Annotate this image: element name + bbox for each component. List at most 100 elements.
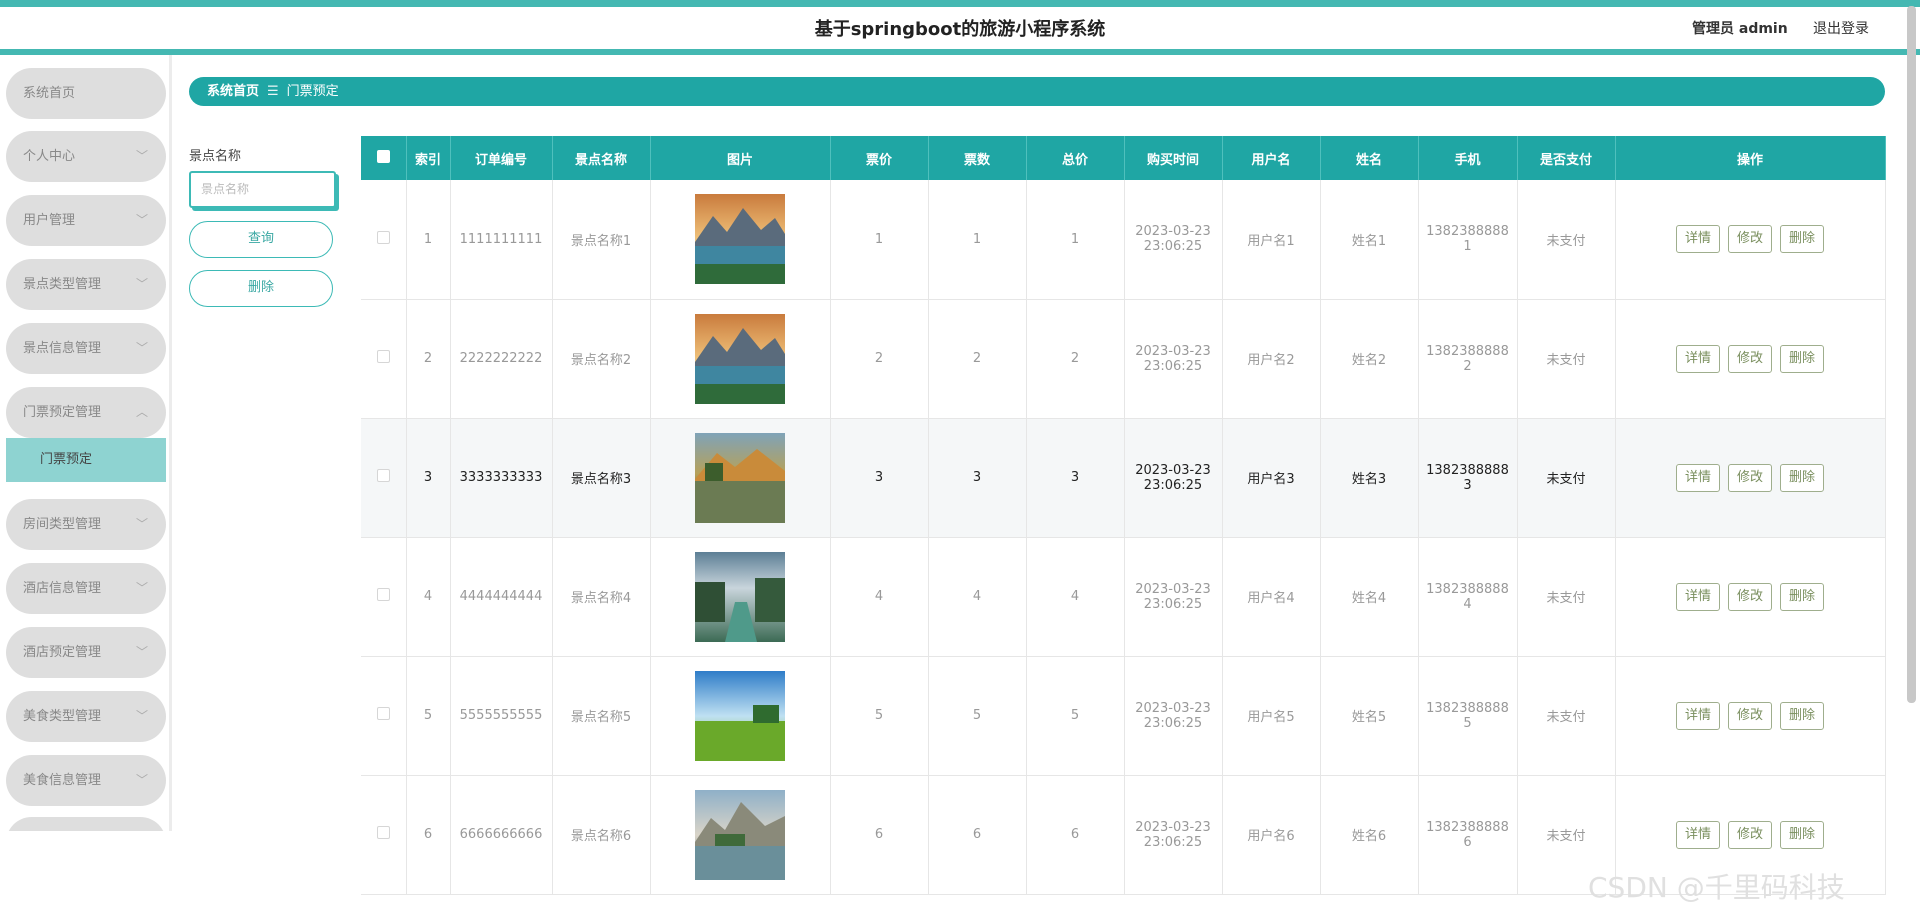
search-label: 景点名称	[189, 149, 242, 164]
scenery-thumbnail[interactable]	[695, 551, 785, 642]
chevron-down-icon: ﹀	[135, 213, 148, 227]
checkbox-icon	[376, 588, 390, 601]
row-checkbox[interactable]	[361, 775, 407, 895]
col-index: 索引	[406, 136, 451, 180]
row-checkbox[interactable]	[361, 418, 407, 538]
delete-button[interactable]: 删除	[1780, 225, 1824, 254]
cell-spot-name: 景点名称1	[552, 180, 651, 300]
vertical-scrollbar[interactable]	[1907, 6, 1916, 703]
cell-qty: 4	[928, 537, 1027, 657]
cell-image	[650, 537, 831, 657]
detail-button[interactable]: 详情	[1676, 463, 1720, 492]
detail-button[interactable]: 详情	[1676, 820, 1720, 849]
cell-order-number: 2222222222	[450, 299, 553, 419]
chevron-down-icon: ﹀	[135, 149, 148, 163]
sidebar-item-label: 景点信息管理	[23, 341, 102, 356]
detail-button[interactable]: 详情	[1676, 225, 1720, 254]
cell-name: 姓名6	[1320, 775, 1419, 895]
menu-icon: ☰	[267, 84, 279, 99]
sidebar-item-home[interactable]: 系统首页	[6, 68, 166, 119]
row-checkbox[interactable]	[361, 299, 407, 419]
cell-price: 4	[830, 537, 929, 657]
table-header-row: 索引 订单编号 景点名称 图片 票价 票数 总价 购买时间 用户名 姓名 手机 …	[361, 136, 1886, 180]
sidebar-item-food-types[interactable]: 美食类型管理 ﹀	[6, 691, 166, 742]
bulk-delete-button[interactable]: 删除	[189, 270, 333, 307]
cell-index: 4	[406, 537, 451, 657]
cell-index: 2	[406, 299, 451, 419]
sidebar-item-ticket-booking[interactable]: 门票预定管理 ︿	[6, 387, 166, 438]
sidebar-item-label: 房间类型管理	[23, 517, 102, 532]
edit-button[interactable]: 修改	[1728, 344, 1772, 373]
logout-link[interactable]: 退出登录	[1813, 18, 1869, 38]
delete-button[interactable]: 删除	[1780, 463, 1824, 492]
cell-time: 2023-03-23 23:06:25	[1124, 537, 1223, 657]
sidebar-item-partial[interactable]	[6, 817, 166, 831]
table-row: 5 5555555555 景点名称5 5 5 5 2023-03-23 23:06…	[361, 656, 1886, 776]
cell-qty: 5	[928, 656, 1027, 776]
sidebar-item-spot-types[interactable]: 景点类型管理 ﹀	[6, 259, 166, 310]
cell-paid: 未支付	[1517, 656, 1616, 776]
scenery-thumbnail[interactable]	[695, 194, 785, 285]
sidebar-subitem-ticket-booking[interactable]: 门票预定	[6, 438, 166, 482]
row-checkbox[interactable]	[361, 180, 407, 300]
cell-image	[650, 418, 831, 538]
checkbox-icon	[376, 469, 390, 482]
cell-total: 5	[1026, 656, 1125, 776]
breadcrumb-home[interactable]: 系统首页	[207, 84, 259, 99]
sidebar-item-users[interactable]: 用户管理 ﹀	[6, 195, 166, 246]
cell-image	[650, 656, 831, 776]
cell-paid: 未支付	[1517, 299, 1616, 419]
sidebar-item-room-types[interactable]: 房间类型管理 ﹀	[6, 499, 166, 550]
cell-index: 3	[406, 418, 451, 538]
cell-phone: 1382388888 5	[1418, 656, 1518, 776]
cell-username: 用户名1	[1222, 180, 1321, 300]
cell-name: 姓名5	[1320, 656, 1419, 776]
cell-date: 2023-03-23	[1135, 581, 1211, 597]
edit-button[interactable]: 修改	[1728, 225, 1772, 254]
checkbox-icon	[376, 149, 390, 163]
table-row: 2 2222222222 景点名称2 2 2 2 2023-03-23 23:06…	[361, 299, 1886, 419]
cell-order-number: 5555555555	[450, 656, 553, 776]
cell-phone-main: 1382388888	[1426, 819, 1509, 835]
delete-button[interactable]: 删除	[1780, 820, 1824, 849]
edit-button[interactable]: 修改	[1728, 701, 1772, 730]
cell-spot-name: 景点名称2	[552, 299, 651, 419]
row-checkbox[interactable]	[361, 656, 407, 776]
cell-qty: 1	[928, 180, 1027, 300]
detail-button[interactable]: 详情	[1676, 582, 1720, 611]
cell-qty: 2	[928, 299, 1027, 419]
cell-spot-name: 景点名称6	[552, 775, 651, 895]
sidebar: 系统首页 个人中心 ﹀ 用户管理 ﹀ 景点类型管理 ﹀ 景点信息管理 ﹀ 门票预定管理 ︿…	[0, 55, 172, 831]
sidebar-item-personal[interactable]: 个人中心 ﹀	[6, 131, 166, 182]
edit-button[interactable]: 修改	[1728, 820, 1772, 849]
scenery-thumbnail[interactable]	[695, 670, 785, 761]
cell-paid: 未支付	[1517, 537, 1616, 657]
sidebar-item-label: 酒店预定管理	[23, 645, 102, 660]
detail-button[interactable]: 详情	[1676, 701, 1720, 730]
search-input[interactable]: 景点名称	[189, 171, 336, 208]
app-title: 基于springboot的旅游小程序系统	[814, 19, 1106, 40]
cell-phone: 1382388888 4	[1418, 537, 1518, 657]
delete-button[interactable]: 删除	[1780, 344, 1824, 373]
row-checkbox[interactable]	[361, 537, 407, 657]
sidebar-item-spot-info[interactable]: 景点信息管理 ﹀	[6, 323, 166, 374]
cell-phone-tail: 4	[1463, 596, 1472, 612]
sidebar-item-hotel-booking[interactable]: 酒店预定管理 ﹀	[6, 627, 166, 678]
scenery-thumbnail[interactable]	[695, 789, 785, 880]
cell-date: 2023-03-23	[1135, 819, 1211, 835]
edit-button[interactable]: 修改	[1728, 582, 1772, 611]
sidebar-item-food-info[interactable]: 美食信息管理 ﹀	[6, 755, 166, 806]
query-button[interactable]: 查询	[189, 221, 333, 258]
cell-date: 2023-03-23	[1135, 700, 1211, 716]
detail-button[interactable]: 详情	[1676, 344, 1720, 373]
edit-button[interactable]: 修改	[1728, 463, 1772, 492]
chevron-down-icon: ﹀	[135, 645, 148, 659]
cell-phone-tail: 1	[1463, 239, 1472, 255]
scenery-thumbnail[interactable]	[695, 313, 785, 404]
delete-button[interactable]: 删除	[1780, 701, 1824, 730]
scenery-thumbnail[interactable]	[695, 432, 785, 523]
sidebar-item-hotel-info[interactable]: 酒店信息管理 ﹀	[6, 563, 166, 614]
select-all-checkbox[interactable]	[361, 136, 407, 180]
cell-username: 用户名4	[1222, 537, 1321, 657]
delete-button[interactable]: 删除	[1780, 582, 1824, 611]
